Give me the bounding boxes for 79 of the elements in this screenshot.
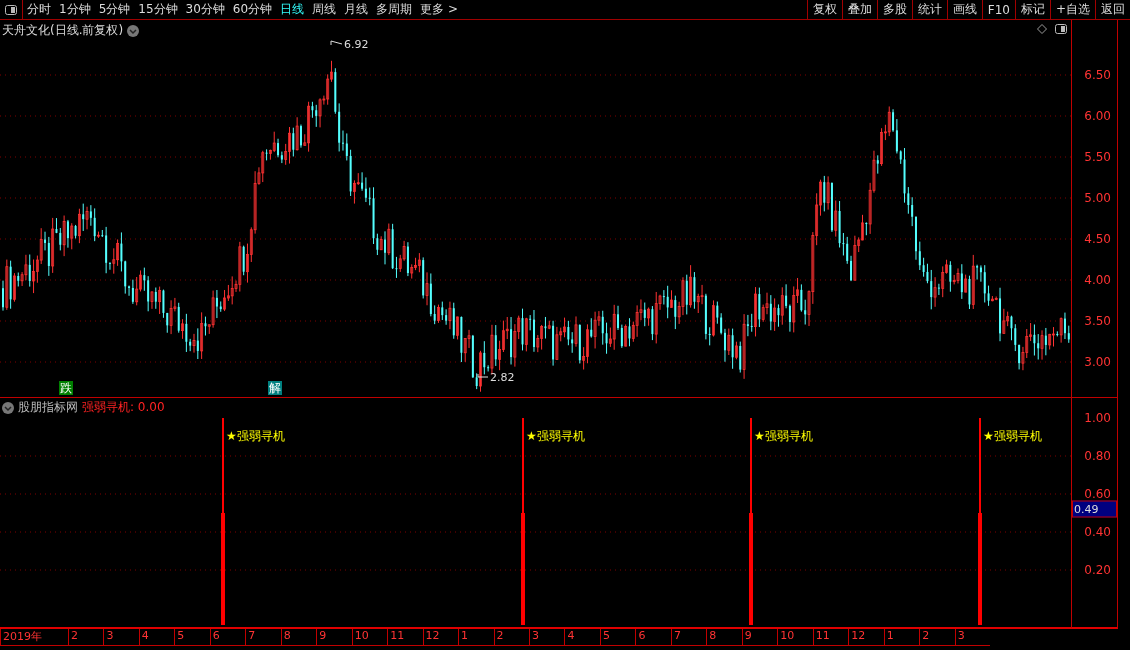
date-label: 7 <box>670 629 707 645</box>
date-label: 10 <box>777 629 813 645</box>
date-label: 6 <box>209 629 246 645</box>
date-label: 9 <box>741 629 778 645</box>
axis-label: 3.50 <box>1084 314 1111 328</box>
date-label: 12 <box>422 629 459 645</box>
date-label: 2019年 <box>0 629 68 645</box>
date-label: 10 <box>351 629 388 645</box>
signal-label: ★强弱寻机 <box>226 428 285 445</box>
period-tab[interactable]: 60分钟 <box>228 0 277 19</box>
axis-label: 4.50 <box>1084 232 1111 246</box>
period-tab[interactable]: 更多 > <box>416 0 462 19</box>
axis-label: 0.60 <box>1084 487 1111 501</box>
date-label: 8 <box>280 629 317 645</box>
signal-label: ★强弱寻机 <box>983 428 1042 445</box>
date-label: 4 <box>564 629 600 645</box>
date-label: 5 <box>174 629 210 645</box>
axis-label: 4.00 <box>1084 273 1111 287</box>
signal-marker: 解 <box>268 381 282 395</box>
signal-label: ★强弱寻机 <box>754 428 813 445</box>
date-label: 7 <box>245 629 281 645</box>
period-tab[interactable]: 1分钟 <box>55 0 95 19</box>
signal-marker: 跌 <box>59 381 73 395</box>
date-label: 5 <box>599 629 636 645</box>
date-label: 2 <box>67 629 104 645</box>
diamond-icon[interactable] <box>1037 24 1047 34</box>
axis-label: 0.80 <box>1084 449 1111 463</box>
axis-label: 6.50 <box>1084 68 1111 82</box>
date-label: 2 <box>493 629 529 645</box>
period-tab[interactable]: 周线 <box>308 0 341 19</box>
chart-title: 天舟文化(日线.前复权) <box>2 22 124 39</box>
panel-toggle-icon[interactable] <box>1055 24 1067 34</box>
axis-label: 1.00 <box>1084 411 1111 425</box>
cursor-value: 0.49 <box>1072 500 1117 518</box>
date-label: 3 <box>103 629 139 645</box>
date-label: 1 <box>883 629 920 645</box>
toolbar-button[interactable]: 画线 <box>946 0 982 19</box>
date-label: 6 <box>635 629 671 645</box>
period-tab[interactable]: 多周期 <box>372 0 417 19</box>
date-label: 3 <box>529 629 565 645</box>
dropdown-icon[interactable] <box>127 24 140 37</box>
date-label: 11 <box>387 629 423 645</box>
low-price-label: 2.82 <box>490 371 515 384</box>
indicator-source: 股朋指标网 <box>18 399 78 416</box>
date-label: 2 <box>919 629 955 645</box>
period-tab[interactable]: 日线 <box>276 0 309 19</box>
toolbar-button[interactable]: 叠加 <box>841 0 877 19</box>
toolbar-button[interactable]: 标记 <box>1014 0 1050 19</box>
period-tab[interactable]: 月线 <box>340 0 373 19</box>
high-price-label: 6.92 <box>344 38 369 51</box>
toolbar-button[interactable]: F10 <box>981 0 1015 19</box>
axis-label: 5.00 <box>1084 191 1111 205</box>
date-label: 1 <box>458 629 494 645</box>
period-tab[interactable]: 5分钟 <box>94 0 135 19</box>
axis-label: 0.40 <box>1084 525 1111 539</box>
date-label: 9 <box>316 629 352 645</box>
axis-label: 6.00 <box>1084 109 1111 123</box>
signal-label: ★强弱寻机 <box>526 428 585 445</box>
period-tab[interactable]: 30分钟 <box>181 0 229 19</box>
axis-label: 3.00 <box>1084 355 1111 369</box>
leader-line <box>477 373 489 378</box>
axis-label: 5.50 <box>1084 150 1111 164</box>
toolbar-button[interactable]: 返回 <box>1095 0 1130 19</box>
indicator-reading: 强弱寻机: 0.00 <box>82 399 165 416</box>
leader-line <box>330 40 343 46</box>
date-label: 4 <box>138 629 175 645</box>
date-label: 11 <box>812 629 849 645</box>
toolbar-button[interactable]: +自选 <box>1049 0 1095 19</box>
toolbar-button[interactable]: 多股 <box>876 0 912 19</box>
axis-label: 0.20 <box>1084 563 1111 577</box>
toolbar-button[interactable]: 复权 <box>806 0 842 19</box>
panel-toggle-icon[interactable] <box>5 4 17 15</box>
date-label: 3 <box>954 629 991 645</box>
date-label: 12 <box>848 629 884 645</box>
period-tab[interactable]: 15分钟 <box>134 0 182 19</box>
period-tab[interactable]: 分时 <box>23 0 55 19</box>
dropdown-icon[interactable] <box>2 401 14 414</box>
date-label: 8 <box>706 629 742 645</box>
toolbar-button[interactable]: 统计 <box>911 0 947 19</box>
